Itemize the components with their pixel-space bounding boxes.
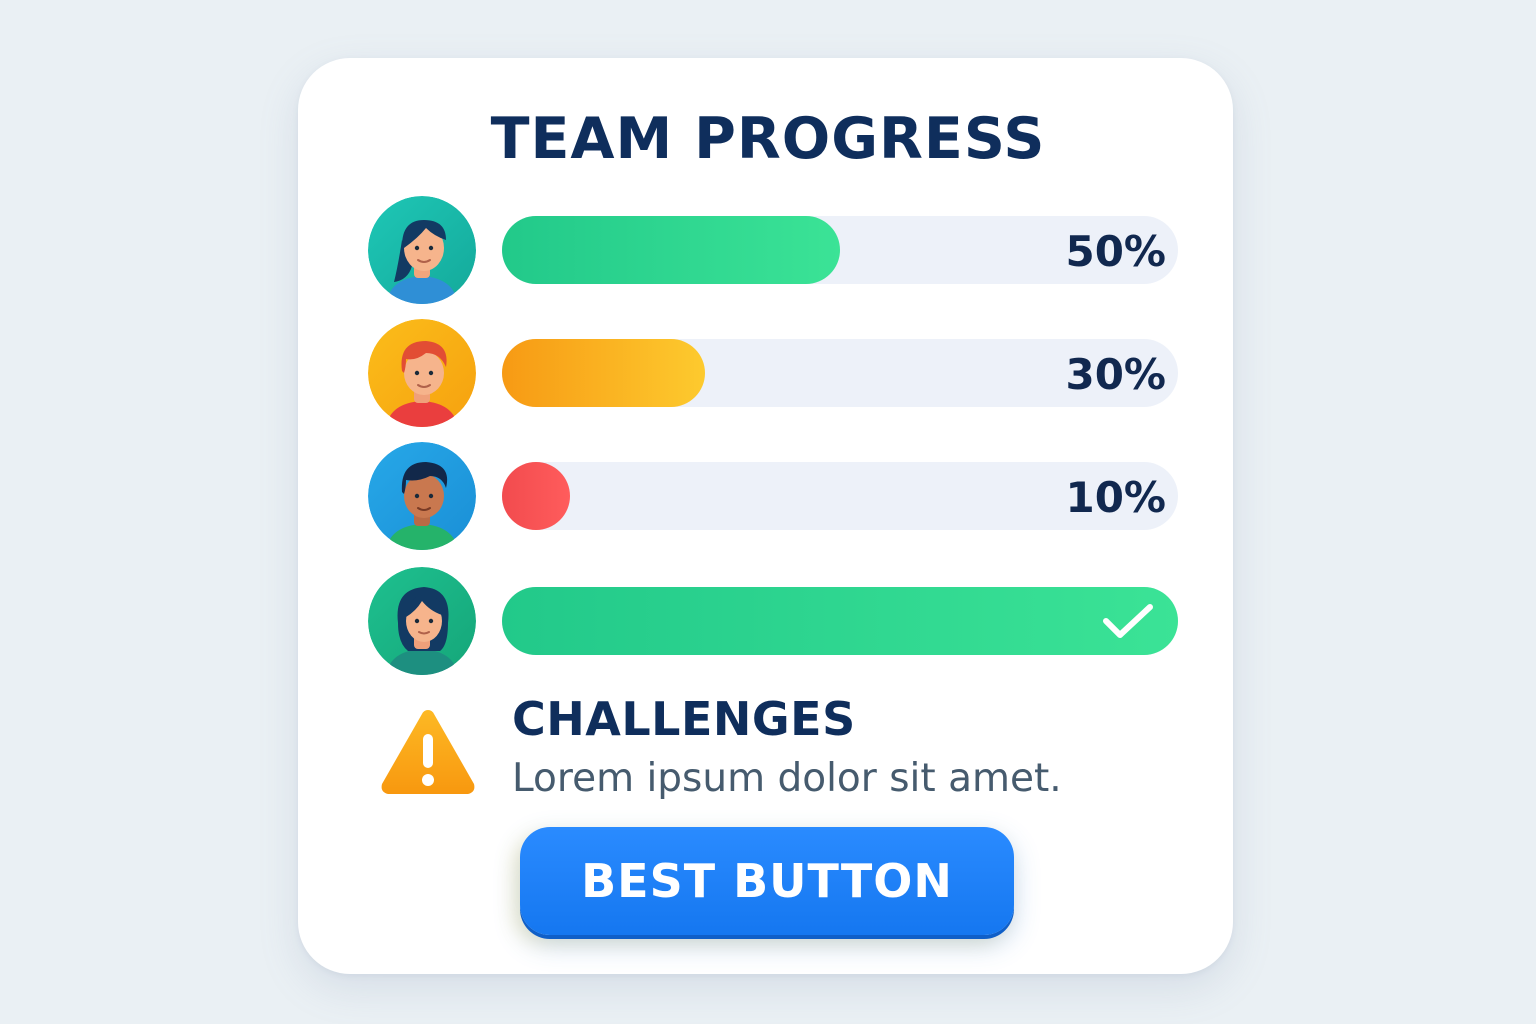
progress-bar-fill bbox=[502, 216, 840, 284]
man-dark-hair-avatar bbox=[368, 442, 476, 550]
member-row: 50% bbox=[368, 196, 1178, 304]
man-red-hair-avatar bbox=[368, 319, 476, 427]
progress-bar-fill bbox=[502, 587, 1178, 655]
progress-bar: 30% bbox=[502, 339, 1178, 407]
progress-bar: 10% bbox=[502, 462, 1178, 530]
progress-bar-fill bbox=[502, 339, 705, 407]
woman-long-hair-avatar bbox=[368, 567, 476, 675]
progress-bar: 50% bbox=[502, 216, 1178, 284]
best-button[interactable]: BEST BUTTON bbox=[520, 827, 1014, 935]
warning-icon bbox=[378, 706, 478, 800]
page-title: TEAM PROGRESS bbox=[490, 106, 1046, 172]
progress-percent: 30% bbox=[1065, 350, 1166, 399]
progress-percent: 50% bbox=[1065, 227, 1166, 276]
member-row bbox=[368, 567, 1178, 675]
check-icon bbox=[1102, 601, 1154, 645]
progress-bar-fill bbox=[502, 462, 570, 530]
member-row: 30% bbox=[368, 319, 1178, 427]
woman-ponytail-avatar bbox=[368, 196, 476, 304]
member-row: 10% bbox=[368, 442, 1178, 550]
progress-bar bbox=[502, 587, 1178, 655]
challenges-title: CHALLENGES bbox=[512, 692, 856, 746]
challenges-description: Lorem ipsum dolor sit amet. bbox=[512, 756, 1062, 801]
progress-percent: 10% bbox=[1065, 473, 1166, 522]
